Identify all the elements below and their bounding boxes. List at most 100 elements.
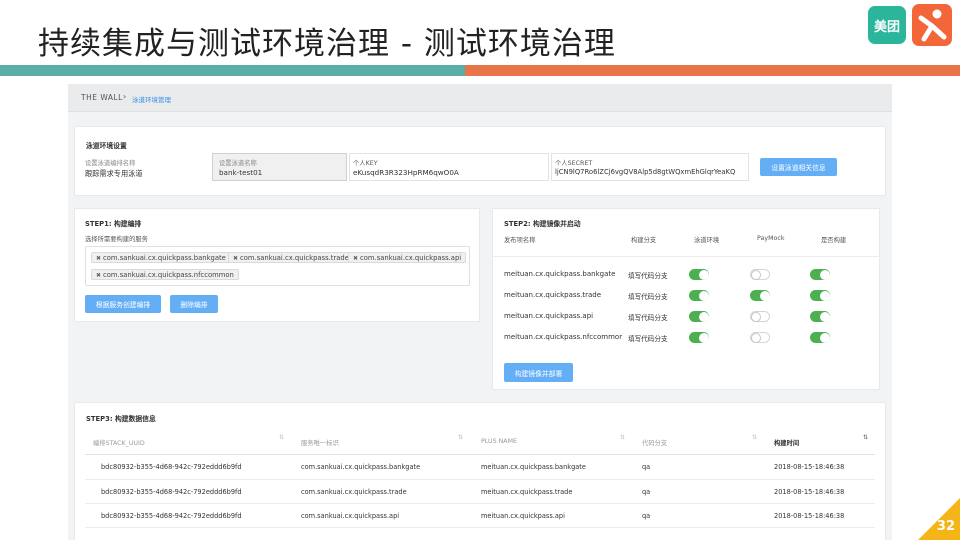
header-divider: [493, 256, 881, 257]
table-row[interactable]: bdc80932-b355-4d68-942c-792eddd6b9fd com…: [75, 480, 887, 504]
set-lane-info-button[interactable]: 设置泳道相关信息: [760, 158, 837, 176]
sort-icon[interactable]: ⇅: [458, 434, 463, 441]
branch-input[interactable]: 填写代码分支: [628, 270, 668, 280]
service-tag[interactable]: ✖ com.sankuai.cx.quickpass.trade: [228, 252, 354, 263]
step3-title: STEP3: 构建数据信息: [86, 415, 156, 423]
table-row[interactable]: bdc80932-b355-4d68-942c-792eddd6b9fd com…: [75, 504, 887, 528]
build-toggle[interactable]: [810, 269, 830, 280]
cell-plus-name: meituan.cx.quickpass.api: [481, 512, 565, 520]
lane-name-label: 设置泳道名称: [219, 160, 257, 167]
tag-close-icon[interactable]: ✖: [96, 255, 101, 262]
service-tag-label: com.sankuai.cx.quickpass.api: [360, 254, 462, 262]
build-and-deploy-button[interactable]: 构建镜像并部署: [504, 363, 573, 382]
cell-plus-name: meituan.cx.quickpass.bankgate: [481, 463, 586, 471]
personal-secret-label: 个人SECRET: [555, 160, 593, 167]
lane-name-field[interactable]: 设置泳道名称 bank-test01: [212, 153, 347, 181]
sort-icon[interactable]: ⇅: [279, 434, 284, 441]
personal-key-field[interactable]: 个人KEY eKusqdR3R323HpRM6qwO0A: [349, 153, 549, 181]
col-header-code-branch[interactable]: 代码分支: [642, 438, 667, 447]
col-header-build-branch: 构建分支: [631, 237, 657, 244]
divider-teal: [0, 65, 465, 76]
slide-title: 持续集成与测试环境治理 - 测试环境治理: [38, 26, 616, 62]
step2-panel: STEP2: 构建镜像并启动 发布项名称 构建分支 泳道环境 PayMock 是…: [492, 208, 881, 390]
breadcrumb-separator-icon: ›: [123, 92, 127, 101]
lane-name-value: bank-test01: [219, 168, 263, 177]
app-screenshot: THE WALL › 泳道环境管理 泳道环境设置 设置泳道编排名称 跟踪需求专用…: [68, 84, 892, 540]
personal-key-value: eKusqdR3R323HpRM6qwO0A: [353, 168, 459, 177]
divider-orange: [465, 65, 960, 76]
breadcrumb: THE WALL › 泳道环境管理: [68, 84, 892, 112]
paymock-toggle[interactable]: [750, 332, 770, 343]
sort-active-icon[interactable]: ⇅: [863, 434, 868, 441]
col-header-should-build: 是否构建: [821, 237, 847, 244]
release-name: meituan.cx.quickpass.bankgate: [504, 270, 616, 278]
lane-env-toggle[interactable]: [689, 311, 709, 322]
col-header-stack-uuid[interactable]: 编排STACK_UUID: [93, 438, 145, 447]
row-divider: [85, 527, 875, 528]
cell-service-id: com.sankuai.cx.quickpass.api: [301, 512, 400, 520]
cell-build-time: 2018-08-15-18:46:38: [774, 488, 845, 496]
col-header-release-name: 发布项名称: [504, 237, 536, 244]
lane-env-toggle[interactable]: [689, 332, 709, 343]
personal-secret-value: ljCN9lQ7Ro6lZCj6vgQV8Alp5d8gtWQxmEhGlqrY…: [555, 168, 736, 176]
col-header-plus-name[interactable]: PLUS NAME: [481, 438, 517, 445]
page-number: 32: [936, 519, 955, 534]
release-name: meituan.cx.quickpass.nfccommor: [504, 333, 623, 341]
sort-icon[interactable]: ⇅: [752, 434, 757, 441]
meituan-logo: 美团: [868, 6, 906, 44]
cell-service-id: com.sankuai.cx.quickpass.trade: [301, 488, 407, 496]
cell-build-time: 2018-08-15-18:46:38: [774, 463, 845, 471]
service-tag-label: com.sankuai.cx.quickpass.trade: [240, 254, 349, 262]
paymock-toggle[interactable]: [750, 311, 770, 322]
table-row[interactable]: bdc80932-b355-4d68-942c-792eddd6b9fd com…: [75, 455, 887, 479]
branch-input[interactable]: 填写代码分支: [628, 312, 668, 322]
release-name: meituan.cx.quickpass.api: [504, 312, 594, 320]
col-header-build-time[interactable]: 构建时间: [774, 438, 799, 447]
breadcrumb-root[interactable]: THE WALL: [81, 93, 123, 102]
step1-select-label: 选择所需要构建的服务: [85, 236, 148, 243]
build-toggle[interactable]: [810, 332, 830, 343]
col-header-service-id[interactable]: 服务唯一标识: [301, 438, 339, 447]
step3-panel: STEP3: 构建数据信息 编排STACK_UUID ⇅ 服务唯一标识 ⇅ PL…: [74, 402, 886, 540]
cell-code-branch: qa: [642, 512, 651, 520]
paymock-toggle[interactable]: [750, 290, 770, 301]
cell-stack-uuid: bdc80932-b355-4d68-942c-792eddd6b9fd: [101, 488, 242, 496]
cell-build-time: 2018-08-15-18:46:38: [774, 512, 845, 520]
build-toggle[interactable]: [810, 290, 830, 301]
personal-key-label: 个人KEY: [353, 160, 378, 167]
tag-close-icon[interactable]: ✖: [96, 272, 101, 279]
breadcrumb-current[interactable]: 泳道环境管理: [132, 94, 171, 104]
tag-close-icon[interactable]: ✖: [233, 255, 238, 262]
service-tag[interactable]: ✖ com.sankuai.cx.quickpass.nfccommon: [91, 269, 239, 280]
cell-service-id: com.sankuai.cx.quickpass.bankgate: [301, 463, 421, 471]
delete-orchestration-button[interactable]: 删除编排: [170, 295, 218, 313]
lane-env-toggle[interactable]: [689, 269, 709, 280]
release-name: meituan.cx.quickpass.trade: [504, 291, 602, 299]
lane-settings-title: 泳道环境设置: [86, 142, 127, 150]
service-tag-label: com.sankuai.cx.quickpass.bankgate: [103, 254, 226, 262]
step1-panel: STEP1: 构建编排 选择所需要构建的服务 ✖ com.sankuai.cx.q…: [74, 208, 480, 322]
sort-icon[interactable]: ⇅: [620, 434, 625, 441]
col-header-paymock: PayMock: [757, 235, 785, 242]
col-header-lane-env: 泳道环境: [694, 237, 720, 244]
orchestration-name-value: 跟踪需求专用泳道: [85, 169, 143, 178]
branch-input[interactable]: 填写代码分支: [628, 333, 668, 343]
cell-code-branch: qa: [642, 488, 651, 496]
cell-stack-uuid: bdc80932-b355-4d68-942c-792eddd6b9fd: [101, 512, 242, 520]
service-tag[interactable]: ✖ com.sankuai.cx.quickpass.api: [348, 252, 467, 263]
service-select[interactable]: ✖ com.sankuai.cx.quickpass.bankgate ✖ com.…: [85, 246, 470, 286]
lane-env-toggle[interactable]: [689, 290, 709, 301]
personal-secret-field[interactable]: 个人SECRET ljCN9lQ7Ro6lZCj6vgQV8Alp5d8gtWQ…: [551, 153, 749, 181]
service-tag-label: com.sankuai.cx.quickpass.nfccommon: [103, 271, 234, 279]
paymock-toggle[interactable]: [750, 269, 770, 280]
cell-plus-name: meituan.cx.quickpass.trade: [481, 488, 573, 496]
create-orchestration-button[interactable]: 根据服务创建编排: [85, 295, 161, 313]
step2-title: STEP2: 构建镜像并启动: [504, 220, 581, 228]
tag-close-icon[interactable]: ✖: [353, 255, 358, 262]
branch-input[interactable]: 填写代码分支: [628, 291, 668, 301]
step1-title: STEP1: 构建编排: [85, 220, 142, 228]
orchestration-name-field[interactable]: 设置泳道编排名称 跟踪需求专用泳道: [83, 155, 211, 181]
dianping-logo: [912, 4, 952, 46]
service-tag[interactable]: ✖ com.sankuai.cx.quickpass.bankgate: [91, 252, 231, 263]
build-toggle[interactable]: [810, 311, 830, 322]
